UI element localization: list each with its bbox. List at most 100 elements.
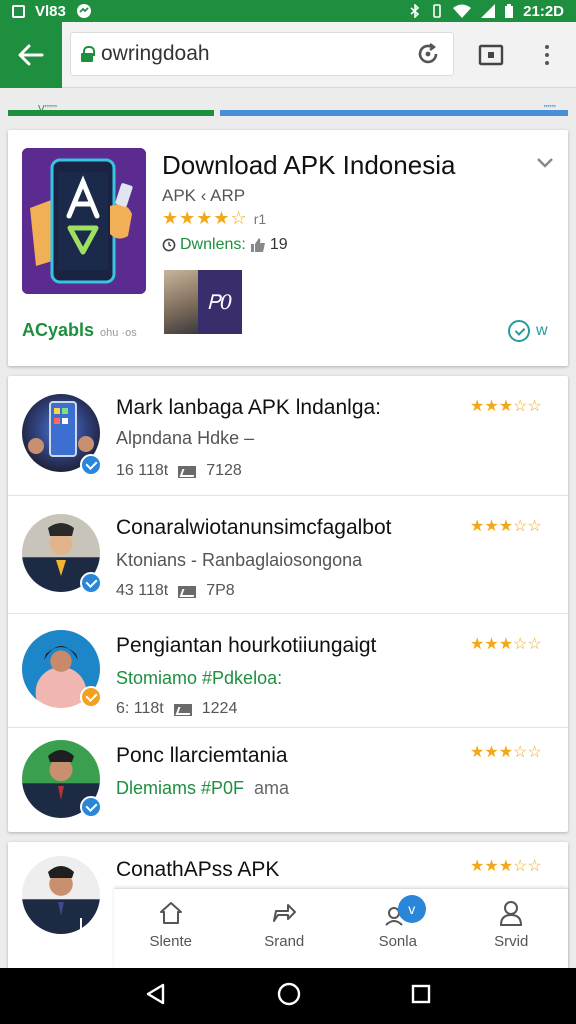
arrow-left-icon <box>18 44 44 66</box>
menu-dot-icon <box>545 45 549 49</box>
tabs-icon <box>478 44 504 66</box>
notification-icon <box>12 4 25 18</box>
system-back-button[interactable] <box>145 983 167 1010</box>
tab-indicator-secondary[interactable] <box>220 110 568 116</box>
item-size: 6: 118t <box>116 700 164 717</box>
clock-icon <box>162 238 176 252</box>
item-stars: ★★★☆☆ <box>470 636 542 653</box>
home-icon <box>159 902 182 924</box>
menu-dot-icon <box>545 61 549 65</box>
phone-illustration-icon <box>22 148 146 294</box>
verified-badge-icon <box>80 572 102 594</box>
system-home-button[interactable] <box>277 982 301 1011</box>
status-time: 21:2D <box>523 2 564 20</box>
item-meta: 16 118t 7128 <box>116 462 242 480</box>
star-rating: ★★★★☆ <box>162 208 248 228</box>
list-item[interactable]: Ponc llarciemtania ★★★☆☆ Dlemiams #P0F a… <box>8 728 568 832</box>
tab-strip: V’’’’’’ ’’’’’’ <box>8 104 568 122</box>
featured-app-card[interactable]: Download APK Indonesia APK ‹ ARP ★★★★☆ r1… <box>8 130 568 366</box>
list-item[interactable]: Conaralwiotanunsimcfagalbot ★★★☆☆ Ktonia… <box>8 496 568 614</box>
app-title: Download APK Indonesia <box>162 150 456 180</box>
item-size: 43 118t <box>116 582 169 599</box>
item-meta: 6: 118t 1224 <box>116 700 237 718</box>
folder-icon <box>178 584 197 598</box>
status-bar: Vl83 21:2D <box>0 0 576 22</box>
cta-text: w <box>536 322 548 339</box>
app-subtitle: APK ‹ ARP <box>162 186 246 205</box>
folder-icon <box>178 464 197 478</box>
wifi-icon <box>453 4 472 18</box>
battery-icon <box>505 4 514 18</box>
system-recents-button[interactable] <box>411 984 431 1009</box>
nav-item-home[interactable]: Slente <box>114 889 228 968</box>
tab-right-label: ’’’’’’ <box>543 104 556 115</box>
nav-label: Srvid <box>494 933 529 950</box>
nav-item-share[interactable]: Srand <box>228 889 342 968</box>
url-bar[interactable]: owringdoah <box>70 32 454 76</box>
status-left-text: Vl83 <box>35 2 66 20</box>
signal-icon <box>481 4 496 18</box>
nav-label: Srand <box>264 933 305 950</box>
downloads-label: Dwnlens: <box>180 236 246 253</box>
overflow-menu-button[interactable] <box>532 40 562 70</box>
url-text: owringdoah <box>101 42 210 65</box>
item-subtitle: Alpndana Hdke – <box>116 428 255 448</box>
item-title: Ponc llarciemtania <box>116 744 288 767</box>
user-icon <box>500 901 523 926</box>
notification-badge: v <box>397 895 426 923</box>
browser-toolbar: owringdoah <box>0 22 576 88</box>
reload-icon <box>418 43 438 64</box>
rating-stars: ★★★★☆ r1 <box>162 208 266 229</box>
verified-badge-icon <box>80 918 82 936</box>
list-item[interactable]: Pengiantan hourkotiiungaigt ★★★☆☆ Stomia… <box>8 614 568 728</box>
circle-home-icon <box>277 982 301 1005</box>
folder-icon <box>173 702 192 716</box>
person-icon <box>48 866 74 916</box>
brand-small-text: ohu ·os <box>100 327 137 339</box>
downloads-value: 19 <box>269 236 288 253</box>
item-subtitle: Dlemiams #P0F <box>116 778 245 798</box>
item-count: 7128 <box>206 462 242 479</box>
reload-button[interactable] <box>413 39 443 69</box>
list-item[interactable]: Mark lanbaga APK lndanlga: ★★★☆☆ Alpndan… <box>8 376 568 496</box>
item-subtitle-row: Dlemiams #P0F ama <box>116 778 289 799</box>
expand-button[interactable] <box>536 156 554 174</box>
item-stars: ★★★☆☆ <box>470 398 542 415</box>
screenshot-thumbnail[interactable] <box>164 270 198 334</box>
install-cta[interactable]: w <box>508 320 548 342</box>
item-subtitle: Stomiamo #Pdkeloa: <box>116 668 283 688</box>
item-title: Mark lanbaga APK lndanlga: <box>116 396 382 419</box>
item-subtitle-extra: ama <box>254 778 290 798</box>
downloads-info: Dwnlens: 19 <box>162 236 288 254</box>
publisher-brand: ACyabls ohu ·os <box>22 320 137 341</box>
item-count: 1224 <box>201 700 238 717</box>
app-icon[interactable] <box>22 148 146 294</box>
nav-item-profile[interactable]: Srvid <box>455 889 569 968</box>
verified-badge-icon <box>80 454 102 476</box>
menu-dot-icon <box>545 53 549 57</box>
nav-item-social[interactable]: v Sonla <box>341 889 455 968</box>
item-size: 16 118t <box>116 462 169 479</box>
bluetooth-icon <box>410 4 420 18</box>
share-icon <box>273 904 297 922</box>
rating-count: r1 <box>253 211 267 227</box>
verified-badge-icon <box>80 796 102 818</box>
brand-name: ACyabls <box>22 320 95 340</box>
vibrate-icon <box>433 4 441 18</box>
tab-indicator-active[interactable] <box>8 110 214 116</box>
item-title: Pengiantan hourkotiiungaigt <box>116 634 377 657</box>
triangle-back-icon <box>146 983 165 1004</box>
item-stars: ★★★☆☆ <box>470 858 542 875</box>
check-circle-icon <box>508 320 530 342</box>
square-recents-icon <box>411 984 431 1003</box>
app-list: Mark lanbaga APK lndanlga: ★★★☆☆ Alpndan… <box>8 376 568 832</box>
thumbs-up-icon <box>250 238 265 252</box>
bottom-navigation: Slente Srand v Sonla Srvid <box>114 888 568 968</box>
thumbnail-text: Ꮲ0 <box>207 290 233 314</box>
back-button[interactable] <box>0 22 62 88</box>
tabs-button[interactable] <box>476 42 506 68</box>
item-stars: ★★★☆☆ <box>470 518 542 535</box>
item-meta: 43 118t 7P8 <box>116 582 235 600</box>
screenshot-thumbnail[interactable]: Ꮲ0 <box>198 270 242 334</box>
item-title: ConathAPss APK <box>116 858 280 881</box>
